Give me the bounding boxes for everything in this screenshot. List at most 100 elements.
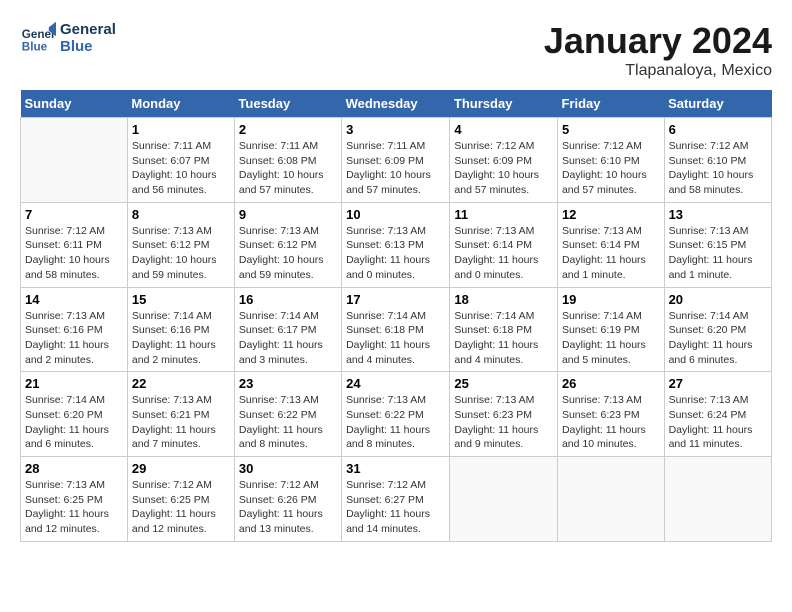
calendar-cell: 12 Sunrise: 7:13 AM Sunset: 6:14 PM Dayli… xyxy=(557,202,664,287)
day-info: Sunrise: 7:13 AM Sunset: 6:14 PM Dayligh… xyxy=(454,224,553,283)
calendar-cell: 23Sunrise: 7:13 AM Sunset: 6:22 PM Dayli… xyxy=(234,372,341,457)
day-number: 28 xyxy=(25,461,123,476)
day-number: 7 xyxy=(25,207,123,222)
day-info: Sunrise: 7:14 AM Sunset: 6:20 PM Dayligh… xyxy=(669,309,767,368)
weekday-saturday: Saturday xyxy=(664,90,771,118)
week-row-1: 1Sunrise: 7:11 AM Sunset: 6:07 PM Daylig… xyxy=(21,118,772,203)
day-info: Sunrise: 7:12 AM Sunset: 6:10 PM Dayligh… xyxy=(669,139,767,198)
week-row-4: 21 Sunrise: 7:14 AM Sunset: 6:20 PM Dayli… xyxy=(21,372,772,457)
day-info: Sunrise: 7:14 AM Sunset: 6:17 PM Dayligh… xyxy=(239,309,337,368)
svg-text:Blue: Blue xyxy=(22,41,48,54)
calendar-cell: 28 Sunrise: 7:13 AM Sunset: 6:25 PM Dayli… xyxy=(21,457,128,542)
calendar-header: SundayMondayTuesdayWednesdayThursdayFrid… xyxy=(21,90,772,118)
day-info: Sunrise: 7:12 AM Sunset: 6:09 PM Dayligh… xyxy=(454,139,553,198)
calendar-body: 1Sunrise: 7:11 AM Sunset: 6:07 PM Daylig… xyxy=(21,118,772,542)
day-info: Sunrise: 7:13 AM Sunset: 6:15 PM Dayligh… xyxy=(669,224,767,283)
day-number: 6 xyxy=(669,122,767,137)
week-row-2: 7 Sunrise: 7:12 AM Sunset: 6:11 PM Daylig… xyxy=(21,202,772,287)
day-number: 16 xyxy=(239,292,337,307)
calendar-cell xyxy=(450,457,558,542)
calendar-cell: 9 Sunrise: 7:13 AM Sunset: 6:12 PM Daylig… xyxy=(234,202,341,287)
day-number: 15 xyxy=(132,292,230,307)
calendar-cell: 19 Sunrise: 7:14 AM Sunset: 6:19 PM Dayli… xyxy=(557,287,664,372)
day-info: Sunrise: 7:13 AM Sunset: 6:13 PM Dayligh… xyxy=(346,224,445,283)
logo-icon: General Blue xyxy=(20,20,56,56)
calendar-cell: 8Sunrise: 7:13 AM Sunset: 6:12 PM Daylig… xyxy=(127,202,234,287)
day-info: Sunrise: 7:13 AM Sunset: 6:25 PM Dayligh… xyxy=(25,478,123,537)
calendar-cell: 27 Sunrise: 7:13 AM Sunset: 6:24 PM Dayli… xyxy=(664,372,771,457)
weekday-sunday: Sunday xyxy=(21,90,128,118)
day-info: Sunrise: 7:13 AM Sunset: 6:12 PM Dayligh… xyxy=(239,224,337,283)
calendar-cell xyxy=(21,118,128,203)
calendar-cell: 21 Sunrise: 7:14 AM Sunset: 6:20 PM Dayli… xyxy=(21,372,128,457)
week-row-3: 14 Sunrise: 7:13 AM Sunset: 6:16 PM Dayli… xyxy=(21,287,772,372)
weekday-tuesday: Tuesday xyxy=(234,90,341,118)
day-info: Sunrise: 7:14 AM Sunset: 6:20 PM Dayligh… xyxy=(25,393,123,452)
calendar-cell: 17 Sunrise: 7:14 AM Sunset: 6:18 PM Dayli… xyxy=(342,287,450,372)
day-number: 9 xyxy=(239,207,337,222)
calendar-cell: 13Sunrise: 7:13 AM Sunset: 6:15 PM Dayli… xyxy=(664,202,771,287)
day-info: Sunrise: 7:14 AM Sunset: 6:19 PM Dayligh… xyxy=(562,309,660,368)
day-number: 27 xyxy=(669,376,767,391)
day-number: 4 xyxy=(454,122,553,137)
calendar-cell: 18Sunrise: 7:14 AM Sunset: 6:18 PM Dayli… xyxy=(450,287,558,372)
calendar-cell: 22 Sunrise: 7:13 AM Sunset: 6:21 PM Dayli… xyxy=(127,372,234,457)
calendar-cell: 5Sunrise: 7:12 AM Sunset: 6:10 PM Daylig… xyxy=(557,118,664,203)
day-number: 5 xyxy=(562,122,660,137)
day-number: 20 xyxy=(669,292,767,307)
day-number: 22 xyxy=(132,376,230,391)
calendar-cell: 10Sunrise: 7:13 AM Sunset: 6:13 PM Dayli… xyxy=(342,202,450,287)
weekday-monday: Monday xyxy=(127,90,234,118)
calendar-cell: 25Sunrise: 7:13 AM Sunset: 6:23 PM Dayli… xyxy=(450,372,558,457)
calendar-cell: 2 Sunrise: 7:11 AM Sunset: 6:08 PM Daylig… xyxy=(234,118,341,203)
day-number: 11 xyxy=(454,207,553,222)
day-number: 17 xyxy=(346,292,445,307)
day-info: Sunrise: 7:13 AM Sunset: 6:23 PM Dayligh… xyxy=(454,393,553,452)
calendar-cell xyxy=(664,457,771,542)
weekday-header-row: SundayMondayTuesdayWednesdayThursdayFrid… xyxy=(21,90,772,118)
day-info: Sunrise: 7:13 AM Sunset: 6:14 PM Dayligh… xyxy=(562,224,660,283)
calendar-cell: 14 Sunrise: 7:13 AM Sunset: 6:16 PM Dayli… xyxy=(21,287,128,372)
day-number: 14 xyxy=(25,292,123,307)
day-number: 21 xyxy=(25,376,123,391)
day-info: Sunrise: 7:12 AM Sunset: 6:26 PM Dayligh… xyxy=(239,478,337,537)
day-info: Sunrise: 7:14 AM Sunset: 6:18 PM Dayligh… xyxy=(346,309,445,368)
day-info: Sunrise: 7:14 AM Sunset: 6:16 PM Dayligh… xyxy=(132,309,230,368)
calendar-cell: 24 Sunrise: 7:13 AM Sunset: 6:22 PM Dayli… xyxy=(342,372,450,457)
calendar-subtitle: Tlapanaloya, Mexico xyxy=(544,62,772,80)
day-info: Sunrise: 7:13 AM Sunset: 6:16 PM Dayligh… xyxy=(25,309,123,368)
day-number: 29 xyxy=(132,461,230,476)
day-number: 31 xyxy=(346,461,445,476)
day-info: Sunrise: 7:13 AM Sunset: 6:24 PM Dayligh… xyxy=(669,393,767,452)
day-number: 3 xyxy=(346,122,445,137)
weekday-wednesday: Wednesday xyxy=(342,90,450,118)
logo: General Blue General Blue xyxy=(20,20,116,56)
day-number: 19 xyxy=(562,292,660,307)
day-number: 26 xyxy=(562,376,660,391)
day-number: 8 xyxy=(132,207,230,222)
day-info: Sunrise: 7:12 AM Sunset: 6:25 PM Dayligh… xyxy=(132,478,230,537)
calendar-cell: 26Sunrise: 7:13 AM Sunset: 6:23 PM Dayli… xyxy=(557,372,664,457)
calendar-cell: 20 Sunrise: 7:14 AM Sunset: 6:20 PM Dayli… xyxy=(664,287,771,372)
logo-line1: General xyxy=(60,21,116,38)
day-info: Sunrise: 7:11 AM Sunset: 6:08 PM Dayligh… xyxy=(239,139,337,198)
calendar-cell: 1Sunrise: 7:11 AM Sunset: 6:07 PM Daylig… xyxy=(127,118,234,203)
day-number: 24 xyxy=(346,376,445,391)
calendar-cell: 7 Sunrise: 7:12 AM Sunset: 6:11 PM Daylig… xyxy=(21,202,128,287)
day-number: 23 xyxy=(239,376,337,391)
calendar-cell: 30Sunrise: 7:12 AM Sunset: 6:26 PM Dayli… xyxy=(234,457,341,542)
weekday-thursday: Thursday xyxy=(450,90,558,118)
day-info: Sunrise: 7:13 AM Sunset: 6:21 PM Dayligh… xyxy=(132,393,230,452)
calendar-title: January 2024 xyxy=(544,20,772,62)
day-number: 1 xyxy=(132,122,230,137)
day-number: 2 xyxy=(239,122,337,137)
day-info: Sunrise: 7:13 AM Sunset: 6:22 PM Dayligh… xyxy=(346,393,445,452)
week-row-5: 28 Sunrise: 7:13 AM Sunset: 6:25 PM Dayli… xyxy=(21,457,772,542)
day-number: 12 xyxy=(562,207,660,222)
day-number: 18 xyxy=(454,292,553,307)
calendar-cell: 29 Sunrise: 7:12 AM Sunset: 6:25 PM Dayli… xyxy=(127,457,234,542)
day-info: Sunrise: 7:12 AM Sunset: 6:11 PM Dayligh… xyxy=(25,224,123,283)
day-info: Sunrise: 7:11 AM Sunset: 6:09 PM Dayligh… xyxy=(346,139,445,198)
calendar-cell: 11 Sunrise: 7:13 AM Sunset: 6:14 PM Dayli… xyxy=(450,202,558,287)
calendar-cell: 16 Sunrise: 7:14 AM Sunset: 6:17 PM Dayli… xyxy=(234,287,341,372)
